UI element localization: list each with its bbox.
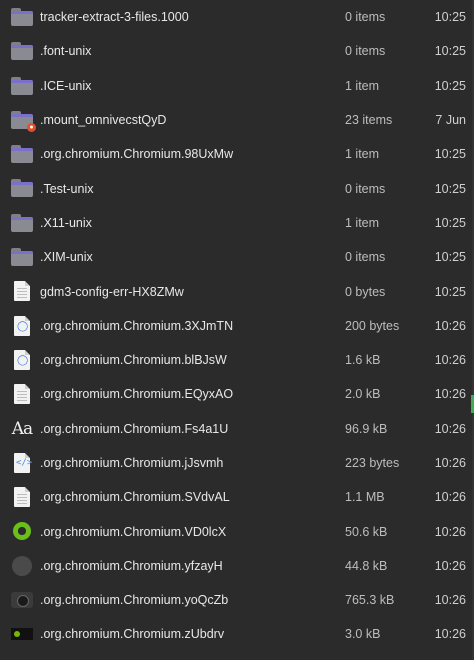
file-row[interactable]: .org.chromium.Chromium.EQyxAO 2.0 kB 10:26 xyxy=(0,377,474,411)
file-size: 1.1 MB xyxy=(345,490,385,505)
file-name: .org.chromium.Chromium.EQyxAO xyxy=(40,387,234,402)
file-name: .org.chromium.Chromium.yfzayH xyxy=(40,558,223,573)
file-name: .Test-unix xyxy=(40,181,94,196)
file-modified-time: 10:25 xyxy=(434,215,466,230)
dark-image-icon xyxy=(10,555,34,577)
file-name: .org.chromium.Chromium.3XJmTN xyxy=(40,318,234,333)
file-row[interactable]: .org.chromium.Chromium.98UxMw 1 item 10:25 xyxy=(0,137,474,171)
file-size: 1 item xyxy=(345,147,380,162)
file-size: 96.9 kB xyxy=(345,421,388,436)
file-name: .org.chromium.Chromium.zUbdrv xyxy=(40,627,225,642)
file-size: 765.3 kB xyxy=(345,593,395,608)
folder-icon xyxy=(10,212,34,234)
file-size: 0 items xyxy=(345,44,386,59)
camera-image-icon xyxy=(10,589,34,611)
file-modified-time: 10:25 xyxy=(434,284,466,299)
file-modified-time: 10:25 xyxy=(434,181,466,196)
file-list: tracker-extract-3-files.1000 0 items 10:25… xyxy=(0,0,474,652)
file-row[interactable]: Aa .org.chromium.Chromium.Fs4a1U 96.9 kB 10… xyxy=(0,412,474,446)
file-modified-time: 10:25 xyxy=(434,10,466,25)
file-name: .org.chromium.Chromium.jJsvmh xyxy=(40,456,224,470)
file-modified-time: 10:26 xyxy=(434,627,466,642)
green-ring-icon xyxy=(10,520,34,542)
file-size: 50.6 kB xyxy=(345,524,388,539)
file-modified-time: 10:26 xyxy=(434,387,466,402)
folder-icon xyxy=(10,75,34,97)
folder-icon xyxy=(10,6,34,28)
file-size: 44.8 kB xyxy=(345,558,388,573)
file-name: .org.chromium.Chromium.Fs4a1U xyxy=(40,421,229,436)
file-row[interactable]: .org.chromium.Chromium.VD0lcX 50.6 kB 10:2… xyxy=(0,514,474,548)
file-modified-time: 10:26 xyxy=(434,524,466,539)
document-icon xyxy=(10,383,34,405)
file-row[interactable]: .XIM-unix 0 items 10:25 xyxy=(0,240,474,274)
file-name: .org.chromium.Chromium.VD0lcX xyxy=(40,524,227,539)
shield-document-icon: ◯ xyxy=(10,315,34,337)
file-modified-time: 10:26 xyxy=(434,421,466,436)
file-size: 0 items xyxy=(345,250,386,265)
document-icon xyxy=(10,486,34,508)
file-modified-time: 10:26 xyxy=(434,456,466,470)
file-name: .org.chromium.Chromium.blBJsW xyxy=(40,353,227,368)
file-size: 0 bytes xyxy=(345,284,386,299)
file-row[interactable]: .org.chromium.Chromium.zUbdrv 3.0 kB 10:26 xyxy=(0,617,474,651)
file-size: 0 items xyxy=(345,10,386,25)
file-row[interactable]: </> .org.chromium.Chromium.jJsvmh 223 byte… xyxy=(0,446,474,480)
file-size: 23 items xyxy=(345,113,393,128)
file-size: 1 item xyxy=(345,215,380,230)
folder-icon xyxy=(10,177,34,199)
file-modified-time: 10:26 xyxy=(434,593,466,608)
file-size: 3.0 kB xyxy=(345,627,381,642)
file-modified-time: 10:26 xyxy=(434,318,466,333)
locked-folder-icon: ● xyxy=(10,109,36,132)
shield-document-icon: ◯ xyxy=(10,349,34,371)
file-modified-time: 10:26 xyxy=(434,490,466,505)
file-row[interactable]: .X11-unix 1 item 10:25 xyxy=(0,206,474,240)
file-name: .X11-unix xyxy=(40,215,92,230)
file-name: tracker-extract-3-files.1000 xyxy=(40,10,189,25)
nvidia-image-icon xyxy=(10,623,34,645)
file-row[interactable]: .font-unix 0 items 10:25 xyxy=(0,34,474,68)
file-name: .mount_omnivecstQyD xyxy=(40,113,167,128)
file-size: 223 bytes xyxy=(345,456,400,470)
file-modified-time: 10:25 xyxy=(434,44,466,59)
file-row[interactable]: ● .mount_omnivecstQyD 23 items 7 Jun xyxy=(0,103,474,137)
file-modified-time: 10:25 xyxy=(434,147,466,162)
file-name: .XIM-unix xyxy=(40,250,93,265)
file-size: 200 bytes xyxy=(345,318,400,333)
file-modified-time: 10:25 xyxy=(434,250,466,265)
file-size: 2.0 kB xyxy=(345,387,381,402)
document-icon xyxy=(10,280,34,302)
file-row[interactable]: gdm3-config-err-HX8ZMw 0 bytes 10:25 xyxy=(0,274,474,308)
file-row[interactable]: tracker-extract-3-files.1000 0 items 10:25 xyxy=(0,0,474,34)
file-modified-time: 7 Jun xyxy=(435,113,466,128)
folder-icon xyxy=(10,40,34,62)
file-modified-time: 10:25 xyxy=(434,78,466,93)
file-row[interactable]: ◯ .org.chromium.Chromium.blBJsW 1.6 kB 10:2… xyxy=(0,343,474,377)
file-name: .org.chromium.Chromium.98UxMw xyxy=(40,147,234,162)
file-row[interactable]: .org.chromium.Chromium.SVdvAL 1.1 MB 10:26 xyxy=(0,480,474,514)
file-size: 0 items xyxy=(345,181,386,196)
file-row[interactable]: ◯ .org.chromium.Chromium.3XJmTN 200 bytes 1… xyxy=(0,309,474,343)
file-modified-time: 10:26 xyxy=(434,353,466,368)
file-row[interactable]: .org.chromium.Chromium.yfzayH 44.8 kB 10:2… xyxy=(0,549,474,583)
file-size: 1 item xyxy=(345,78,380,93)
folder-icon xyxy=(10,246,34,268)
file-modified-time: 10:26 xyxy=(434,558,466,573)
file-name: gdm3-config-err-HX8ZMw xyxy=(40,284,184,299)
file-row[interactable]: .org.chromium.Chromium.yoQcZb 765.3 kB 10:… xyxy=(0,583,474,617)
font-icon: Aa xyxy=(11,418,33,439)
file-name: .org.chromium.Chromium.SVdvAL xyxy=(40,490,230,505)
folder-icon xyxy=(10,143,34,165)
file-row[interactable]: .ICE-unix 1 item 10:25 xyxy=(0,69,474,103)
code-document-icon: </> xyxy=(10,452,34,474)
file-name: .ICE-unix xyxy=(40,78,92,93)
file-name: .font-unix xyxy=(40,44,92,59)
file-name: .org.chromium.Chromium.yoQcZb xyxy=(40,593,229,608)
file-size: 1.6 kB xyxy=(345,353,381,368)
file-row[interactable]: .Test-unix 0 items 10:25 xyxy=(0,171,474,205)
